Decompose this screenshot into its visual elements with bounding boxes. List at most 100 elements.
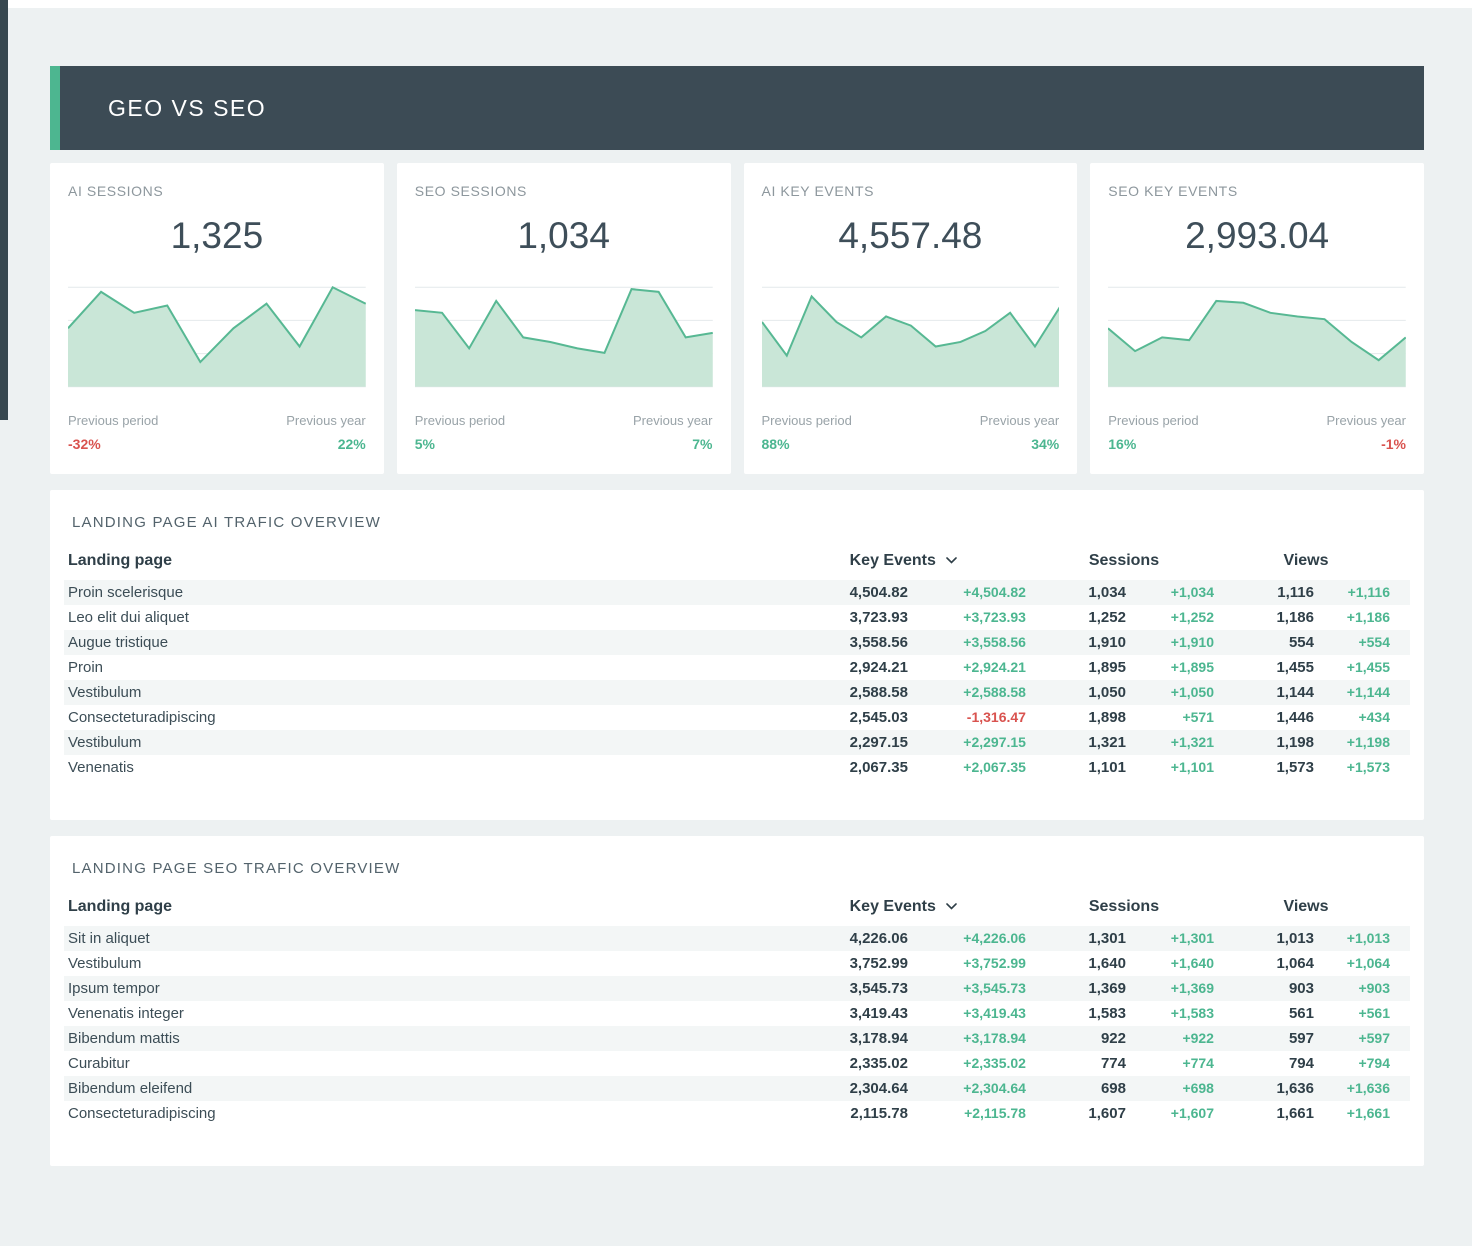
comparison-labels: Previous period Previous year bbox=[1108, 413, 1406, 428]
sessions-value: 1,101 bbox=[1030, 755, 1130, 780]
previous-period-delta: 88% bbox=[762, 436, 790, 452]
sessions-delta: +1,101 bbox=[1130, 755, 1218, 780]
panel-ai-traffic-overview: LANDING PAGE AI TRAFIC OVERVIEW Landing … bbox=[50, 490, 1424, 820]
column-header-views[interactable]: Views bbox=[1218, 893, 1410, 926]
views-value: 1,144 bbox=[1218, 680, 1318, 705]
key-events-delta: +3,178.94 bbox=[912, 1026, 1030, 1051]
key-events-value: 3,419.43 bbox=[777, 1001, 912, 1026]
key-events-delta: +2,924.21 bbox=[912, 655, 1030, 680]
table-row: Consecteturadipiscing2,545.03-1,316.471,… bbox=[64, 705, 1410, 730]
column-header-landing-page[interactable]: Landing page bbox=[64, 547, 777, 580]
landing-page-cell: Proin bbox=[64, 655, 777, 680]
views-delta: +1,013 bbox=[1318, 926, 1410, 951]
report-page: GEO VS SEO AI SESSIONS 1,325 Previous pe… bbox=[50, 66, 1424, 1166]
key-events-value: 2,297.15 bbox=[777, 730, 912, 755]
views-delta: +794 bbox=[1318, 1051, 1410, 1076]
comparison-labels: Previous period Previous year bbox=[762, 413, 1060, 428]
sessions-delta: +1,369 bbox=[1130, 976, 1218, 1001]
area-chart bbox=[762, 279, 1060, 395]
column-header-landing-page[interactable]: Landing page bbox=[64, 893, 777, 926]
key-events-delta: -1,316.47 bbox=[912, 705, 1030, 730]
landing-page-cell: Vestibulum bbox=[64, 730, 777, 755]
sessions-delta: +1,895 bbox=[1130, 655, 1218, 680]
views-delta: +1,573 bbox=[1318, 755, 1410, 780]
key-events-value: 3,545.73 bbox=[777, 976, 912, 1001]
sessions-value: 1,640 bbox=[1030, 951, 1130, 976]
landing-page-cell: Ipsum tempor bbox=[64, 976, 777, 1001]
column-header-key-events[interactable]: Key Events bbox=[777, 893, 1030, 926]
previous-year-label: Previous year bbox=[980, 413, 1059, 428]
chevron-down-icon bbox=[946, 550, 957, 569]
previous-period-label: Previous period bbox=[1108, 413, 1198, 428]
comparison-deltas: 88% 34% bbox=[762, 436, 1060, 452]
sessions-value: 1,583 bbox=[1030, 1001, 1130, 1026]
key-events-delta: +4,226.06 bbox=[912, 926, 1030, 951]
comparison-deltas: -32% 22% bbox=[68, 436, 366, 452]
key-events-delta: +3,723.93 bbox=[912, 605, 1030, 630]
panel-title: LANDING PAGE SEO TRAFIC OVERVIEW bbox=[72, 860, 1410, 877]
views-value: 1,455 bbox=[1218, 655, 1318, 680]
previous-period-label: Previous period bbox=[762, 413, 852, 428]
card-title: SEO KEY EVENTS bbox=[1108, 183, 1406, 199]
table-header-row: Landing page Key Events Sessions Views bbox=[64, 547, 1410, 580]
key-events-delta: +2,297.15 bbox=[912, 730, 1030, 755]
table-row: Bibendum mattis3,178.94+3,178.94922+9225… bbox=[64, 1026, 1410, 1051]
sessions-value: 1,895 bbox=[1030, 655, 1130, 680]
comparison-deltas: 5% 7% bbox=[415, 436, 713, 452]
comparison-labels: Previous period Previous year bbox=[68, 413, 366, 428]
top-strip bbox=[0, 0, 1472, 8]
sessions-delta: +1,583 bbox=[1130, 1001, 1218, 1026]
column-header-sessions[interactable]: Sessions bbox=[1030, 893, 1218, 926]
key-events-delta: +3,752.99 bbox=[912, 951, 1030, 976]
key-events-value: 2,545.03 bbox=[777, 705, 912, 730]
key-events-delta: +3,558.56 bbox=[912, 630, 1030, 655]
sessions-value: 1,321 bbox=[1030, 730, 1130, 755]
key-events-delta: +2,588.58 bbox=[912, 680, 1030, 705]
sessions-value: 1,607 bbox=[1030, 1101, 1130, 1126]
kpi-card-ai-key-events: AI KEY EVENTS 4,557.48 Previous period P… bbox=[744, 163, 1078, 474]
key-events-delta: +4,504.82 bbox=[912, 580, 1030, 605]
sessions-value: 1,369 bbox=[1030, 976, 1130, 1001]
key-events-delta: +2,115.78 bbox=[912, 1101, 1030, 1126]
table-row: Vestibulum2,588.58+2,588.581,050+1,0501,… bbox=[64, 680, 1410, 705]
views-delta: +903 bbox=[1318, 976, 1410, 1001]
views-value: 1,446 bbox=[1218, 705, 1318, 730]
area-chart bbox=[415, 279, 713, 395]
sessions-delta: +922 bbox=[1130, 1026, 1218, 1051]
views-delta: +1,455 bbox=[1318, 655, 1410, 680]
previous-year-delta: -1% bbox=[1381, 436, 1406, 452]
sessions-value: 1,034 bbox=[1030, 580, 1130, 605]
views-value: 1,636 bbox=[1218, 1076, 1318, 1101]
card-title: SEO SESSIONS bbox=[415, 183, 713, 199]
key-events-delta: +3,419.43 bbox=[912, 1001, 1030, 1026]
landing-page-cell: Curabitur bbox=[64, 1051, 777, 1076]
sessions-value: 698 bbox=[1030, 1076, 1130, 1101]
sessions-delta: +1,252 bbox=[1130, 605, 1218, 630]
views-value: 903 bbox=[1218, 976, 1318, 1001]
table-row: Bibendum eleifend2,304.64+2,304.64698+69… bbox=[64, 1076, 1410, 1101]
sessions-delta: +698 bbox=[1130, 1076, 1218, 1101]
sparkline-chart bbox=[415, 279, 713, 395]
kpi-cards-row: AI SESSIONS 1,325 Previous period Previo… bbox=[50, 163, 1424, 474]
views-value: 561 bbox=[1218, 1001, 1318, 1026]
views-value: 1,064 bbox=[1218, 951, 1318, 976]
key-events-value: 2,588.58 bbox=[777, 680, 912, 705]
table-row: Venenatis2,067.35+2,067.351,101+1,1011,5… bbox=[64, 755, 1410, 780]
landing-page-cell: Vestibulum bbox=[64, 680, 777, 705]
sessions-delta: +1,607 bbox=[1130, 1101, 1218, 1126]
column-header-views[interactable]: Views bbox=[1218, 547, 1410, 580]
views-delta: +597 bbox=[1318, 1026, 1410, 1051]
seo-traffic-table: Landing page Key Events Sessions Views S… bbox=[64, 893, 1410, 1126]
column-header-key-events[interactable]: Key Events bbox=[777, 547, 1030, 580]
previous-period-delta: 16% bbox=[1108, 436, 1136, 452]
kpi-card-seo-sessions: SEO SESSIONS 1,034 Previous period Previ… bbox=[397, 163, 731, 474]
previous-period-label: Previous period bbox=[68, 413, 158, 428]
sessions-delta: +1,640 bbox=[1130, 951, 1218, 976]
key-events-value: 3,723.93 bbox=[777, 605, 912, 630]
key-events-value: 3,178.94 bbox=[777, 1026, 912, 1051]
ai-traffic-table: Landing page Key Events Sessions Views P… bbox=[64, 547, 1410, 780]
table-row: Leo elit dui aliquet3,723.93+3,723.931,2… bbox=[64, 605, 1410, 630]
report-header: GEO VS SEO bbox=[50, 66, 1424, 150]
column-header-sessions[interactable]: Sessions bbox=[1030, 547, 1218, 580]
sessions-value: 1,910 bbox=[1030, 630, 1130, 655]
